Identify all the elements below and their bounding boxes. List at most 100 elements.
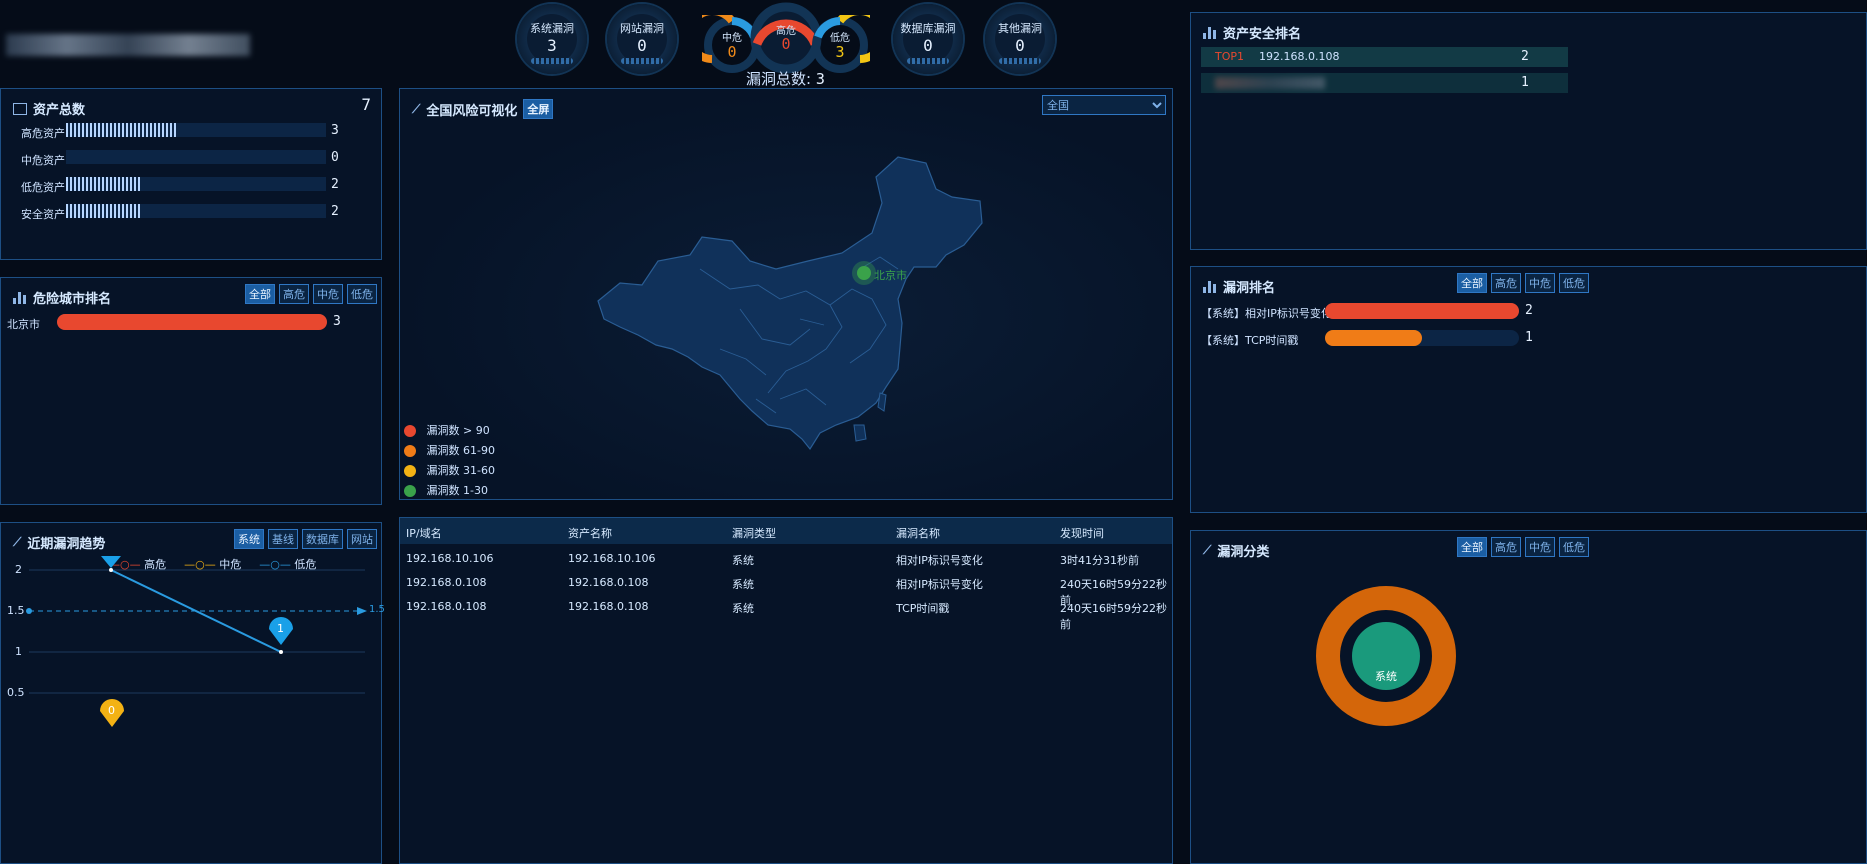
low-value: 3 [835,43,845,61]
y-tick: 0.5 [7,686,25,699]
table-row[interactable]: 192.168.0.108 192.168.0.108 系统 TCP时间戳 240天16… [400,596,1172,631]
rank-row[interactable]: TOP1 192.168.0.108 2 [1201,47,1568,67]
donut-chart[interactable] [1311,581,1461,731]
col-asset[interactable]: 资产名称 [568,525,612,541]
map-legend: 漏洞数 > 90 漏洞数 61-90 漏洞数 31-60 漏洞数 1-30 [404,421,495,501]
y-tick: 1.5 [7,604,25,617]
other-vuln-gauge[interactable]: 其他漏洞 0 [985,4,1055,74]
gauge-ticks [531,58,573,64]
asset-row-bar-fill [66,123,178,137]
asset-row-bar [66,177,326,191]
low-risk-ring[interactable]: 低危 3 [810,7,888,75]
vuln-rank-label: 【系统】TCP时间戳 [1201,334,1299,347]
trend-chart [26,556,367,727]
database-vuln-gauge[interactable]: 数据库漏洞 0 [893,4,963,74]
col-time[interactable]: 发现时间 [1060,525,1104,541]
bar-chart-icon [1203,26,1217,39]
gauge-label: 其他漏洞 [998,22,1042,35]
asset-row-value: 0 [331,150,339,165]
trend-point[interactable] [279,650,283,654]
system-vuln-gauge[interactable]: 系统漏洞 3 [517,4,587,74]
asset-row-bar-fill [66,204,142,218]
panel-title: 资产安全排名 [1203,23,1301,42]
panel-title: ⟋ 漏洞分类 [1203,543,1270,560]
legend-item[interactable]: 漏洞数 61-90 [404,441,495,461]
asset-total-value: 7 [361,95,371,114]
panel-title: 漏洞排名 [1203,277,1275,296]
low-label: 低危 [830,33,850,44]
table-cell: 192.168.0.108 [568,576,649,589]
table-cell: 192.168.0.108 [406,600,487,613]
vuln-filter-medium-button[interactable]: 中危 [1525,273,1555,293]
filter-low-button[interactable]: 低危 [347,284,377,304]
hainan-island [853,424,867,442]
region-select[interactable]: 全国 [1042,95,1166,115]
table-cell: 相对IP标识号变化 [896,554,983,567]
china-map[interactable] [580,149,1000,469]
gauge-value: 0 [1015,36,1025,55]
website-vuln-gauge[interactable]: 网站漏洞 0 [607,4,677,74]
table-cell: 192.168.10.106 [406,552,494,565]
gauge-value: 0 [637,36,647,55]
filter-medium-button[interactable]: 中危 [313,284,343,304]
asset-rank-panel: 资产安全排名 TOP1 192.168.0.108 2 1 [1190,12,1867,250]
class-filter-medium-button[interactable]: 中危 [1525,537,1555,557]
map-shape [597,156,983,451]
asset-row-bar-fill [66,177,142,191]
table-cell: 192.168.0.108 [406,576,487,589]
col-ip[interactable]: IP/域名 [406,525,442,541]
panel-title: 资产总数 [13,99,85,118]
gauge-ticks [999,58,1041,64]
table-cell: 192.168.10.106 [568,552,656,565]
average-arrow [357,607,367,615]
max-marker [101,556,121,568]
vuln-filter-low-button[interactable]: 低危 [1559,273,1589,293]
asset-row-label: 中危资产 [21,154,65,167]
beijing-map-label: 北京市 [874,269,907,282]
risk-map-panel: ⟋ 全国风险可视化 全屏 全国 北京市 漏洞数 > 90 漏洞数 61-90 漏… [399,88,1173,500]
bar-chart-icon [1203,280,1217,293]
city-rank-panel: 危险城市排名 全部 高危 中危 低危 北京市 3 [0,277,382,505]
table-row[interactable]: 192.168.0.108 192.168.0.108 系统 相对IP标识号变化 240… [400,572,1172,607]
asset-row-bar [66,123,326,137]
app-title-blurred [6,34,250,56]
class-filter-low-button[interactable]: 低危 [1559,537,1589,557]
bar-chart-icon [13,291,27,304]
table-row[interactable]: 192.168.10.106 192.168.10.106 系统 相对IP标识号变化 3… [400,548,1172,570]
list-icon [13,102,27,115]
gauge-ticks [907,58,949,64]
col-name[interactable]: 漏洞名称 [896,525,940,541]
rank-value: 1 [1521,75,1529,90]
rank-row[interactable]: 1 [1201,73,1568,93]
col-type[interactable]: 漏洞类型 [732,525,776,541]
beijing-point[interactable] [857,266,871,280]
filter-all-button[interactable]: 全部 [245,284,275,304]
asset-total-panel: 资产总数 7 高危资产 3 中危资产 0 低危资产 2 安全资产 2 [0,88,382,260]
rank-ip: 192.168.0.108 [1259,50,1340,63]
vuln-class-panel: ⟋ 漏洞分类 全部 高危 中危 低危 系统 [1190,530,1867,864]
table-cell: TCP时间戳 [896,602,950,615]
trend-point[interactable] [109,568,113,572]
trend-panel: ⟋ 近期漏洞趋势 系统 基线 数据库 网站 —○— 高危 —○— 中危 —○— … [0,522,385,864]
asset-row-bar [66,204,326,218]
vuln-rank-bar-fill [1325,330,1422,346]
filter-high-button[interactable]: 高危 [279,284,309,304]
legend-item[interactable]: 漏洞数 1-30 [404,481,495,501]
line-chart-icon: ⟋ [412,101,421,116]
fullscreen-button[interactable]: 全屏 [523,99,554,119]
avg-label: 1.5 [369,604,385,615]
class-filter-high-button[interactable]: 高危 [1491,537,1521,557]
vuln-filter-high-button[interactable]: 高危 [1491,273,1521,293]
legend-item[interactable]: 漏洞数 31-60 [404,461,495,481]
city-bar-fill [57,314,327,330]
class-filter-all-button[interactable]: 全部 [1457,537,1487,557]
table-header: IP/域名 资产名称 漏洞类型 漏洞名称 发现时间 [400,518,1172,544]
table-cell: 240天16时59分22秒前 [1060,602,1167,631]
rank-value: 2 [1521,49,1529,64]
vuln-filter-all-button[interactable]: 全部 [1457,273,1487,293]
table-cell: 系统 [732,602,754,615]
city-bar-track [57,314,327,330]
gauge-ticks [621,58,663,64]
rank-label: TOP1 [1215,50,1245,63]
legend-item[interactable]: 漏洞数 > 90 [404,421,495,441]
